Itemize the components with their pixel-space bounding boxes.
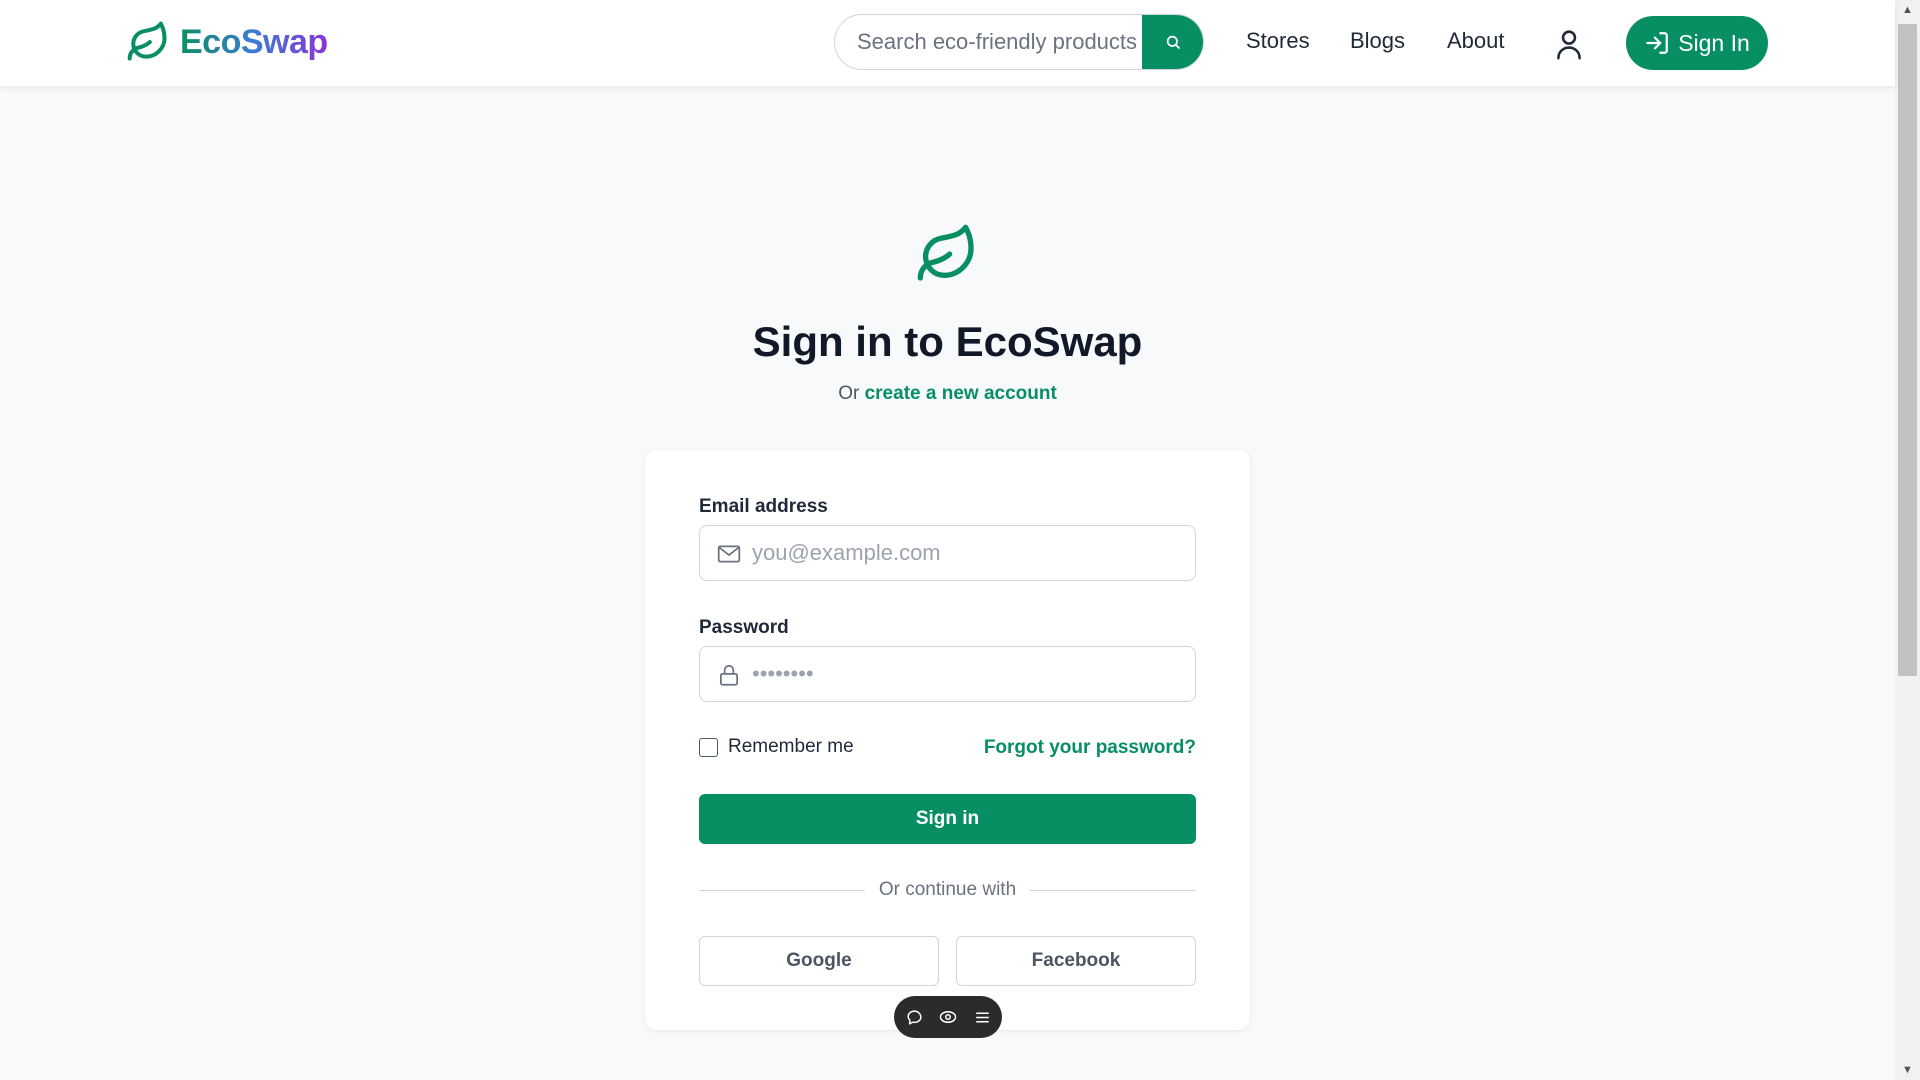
page-title: Sign in to EcoSwap (752, 318, 1143, 365)
page-subtitle: Or create a new account (0, 383, 1895, 405)
search-icon (1166, 35, 1180, 49)
user-icon[interactable] (1552, 27, 1586, 61)
divider-right (1030, 890, 1196, 891)
scroll-up-arrow-icon[interactable]: ▲ (1895, 0, 1920, 20)
scrollbar-thumb[interactable] (1898, 24, 1917, 676)
email-label: Email address (699, 496, 828, 517)
password-input[interactable] (752, 647, 1182, 701)
login-icon (1646, 32, 1669, 54)
sign-in-card: Email address Password Remember me Forgo… (645, 450, 1250, 1030)
email-input[interactable] (752, 526, 1182, 580)
leaf-icon (917, 224, 974, 281)
chat-icon[interactable] (904, 1007, 924, 1027)
brand-name: EcoSwap (180, 22, 328, 61)
lock-icon (720, 664, 738, 686)
search-bar (834, 14, 1204, 70)
leaf-icon (127, 21, 167, 61)
nav-link-about[interactable]: About (1447, 28, 1505, 54)
password-label: Password (699, 617, 789, 638)
floating-toolbar (894, 996, 1002, 1038)
password-field-wrapper (699, 646, 1196, 702)
remember-me: Remember me (699, 736, 854, 758)
sign-in-button[interactable]: Sign in (699, 794, 1196, 844)
google-button[interactable]: Google (699, 936, 939, 986)
create-account-link[interactable]: create a new account (865, 383, 1057, 404)
menu-icon[interactable] (972, 1007, 992, 1027)
brand-logo[interactable]: EcoSwap (126, 20, 328, 64)
forgot-password-link[interactable]: Forgot your password? (984, 737, 1196, 759)
facebook-button[interactable]: Facebook (956, 936, 1196, 986)
remember-me-label[interactable]: Remember me (728, 736, 854, 758)
nav-link-stores[interactable]: Stores (1246, 28, 1310, 54)
email-field-wrapper (699, 525, 1196, 581)
header-sign-in-label: Sign In (1678, 29, 1750, 56)
top-navbar: EcoSwap Stores Blogs About Sign In (0, 0, 1895, 86)
scroll-down-arrow-icon[interactable]: ▼ (1895, 1060, 1920, 1080)
search-input[interactable] (835, 15, 1145, 69)
subtitle-prefix: Or (838, 383, 860, 404)
nav-link-blogs[interactable]: Blogs (1350, 28, 1405, 54)
page-scrollbar[interactable]: ▲ ▼ (1895, 0, 1920, 1080)
mail-icon (717, 545, 741, 563)
eye-icon[interactable] (938, 1007, 958, 1027)
search-button[interactable] (1142, 15, 1203, 69)
remember-me-checkbox[interactable] (699, 737, 718, 757)
header-sign-in-button[interactable]: Sign In (1626, 16, 1768, 70)
